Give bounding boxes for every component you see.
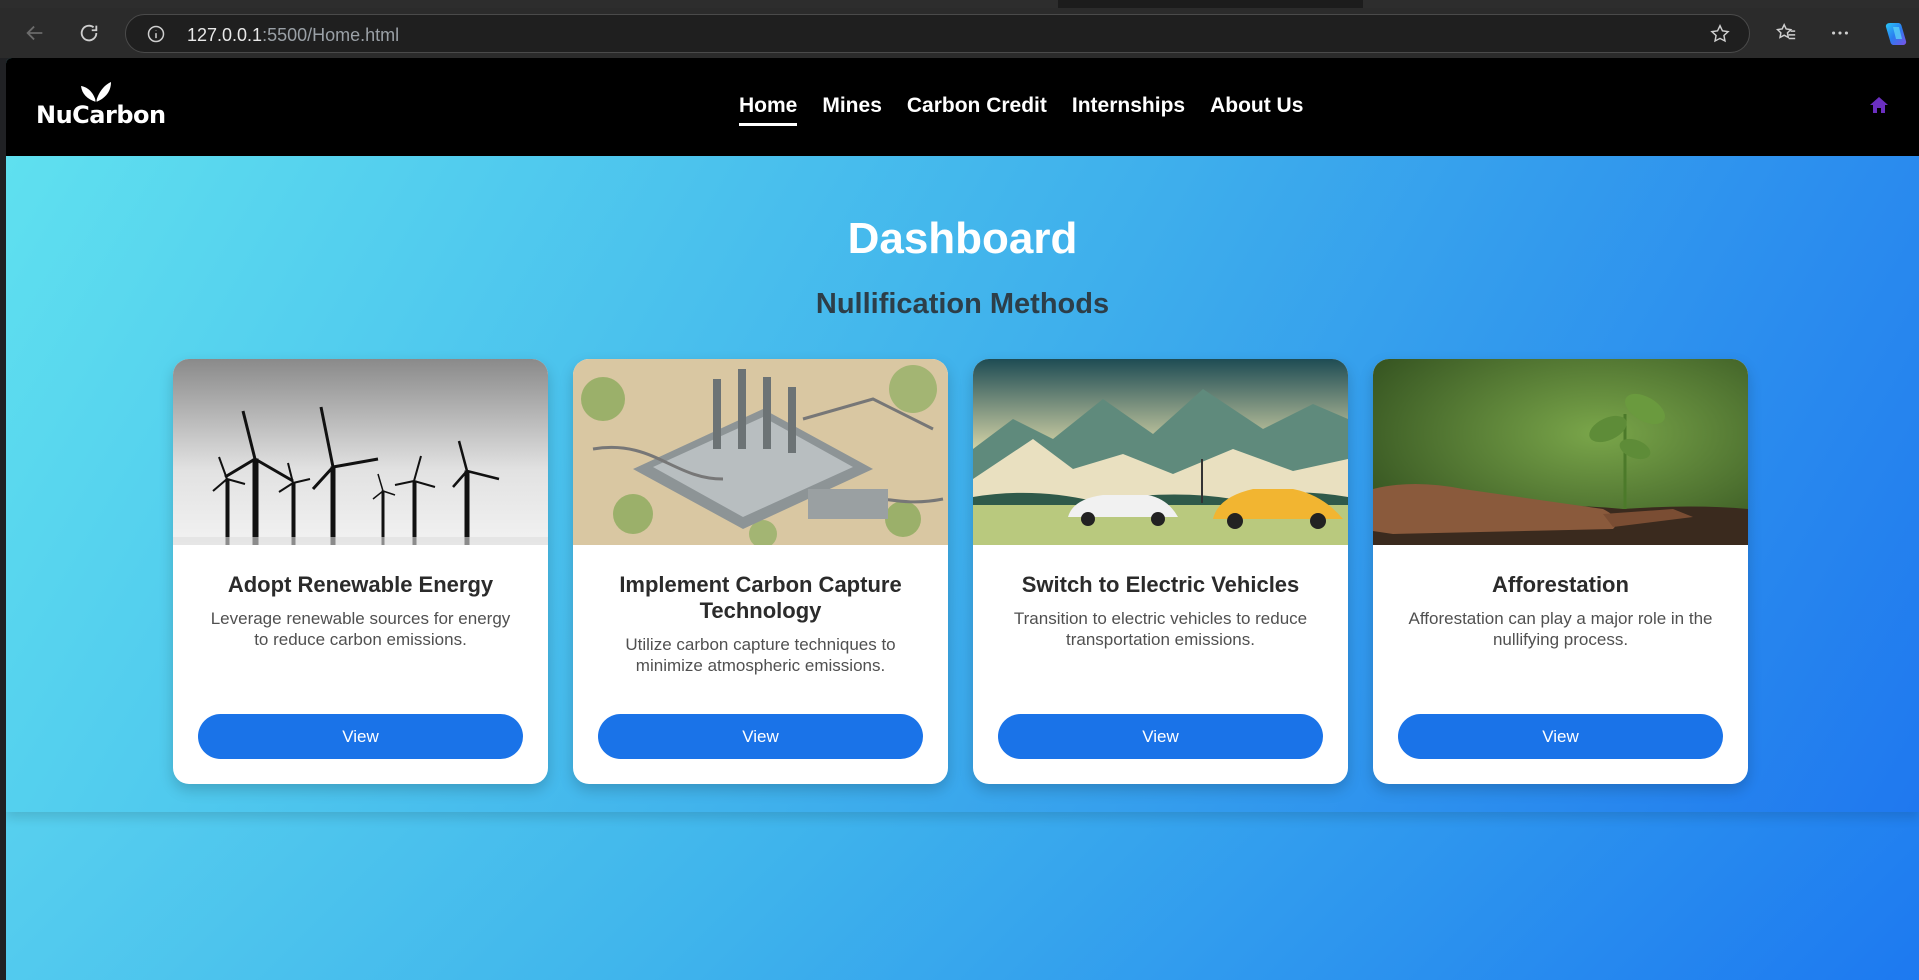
nav-internships[interactable]: Internships: [1072, 94, 1185, 126]
card-afforestation: Afforestation Afforestation can play a m…: [1373, 359, 1748, 784]
nav-mines[interactable]: Mines: [822, 94, 882, 126]
leaf-icon: [81, 82, 111, 102]
site-navbar: NuCarbon Home Mines Carbon Credit Intern…: [6, 58, 1919, 156]
site-info-icon[interactable]: [146, 24, 166, 44]
card-title: Adopt Renewable Energy: [227, 572, 494, 597]
browser-toolbar: 127.0.0.1:5500/Home.html: [0, 8, 1919, 58]
card-description: Leverage renewable sources for energy to…: [210, 609, 511, 649]
back-arrow-icon[interactable]: [22, 20, 48, 46]
card-electric-vehicles: Switch to Electric Vehicles Transition t…: [973, 359, 1348, 784]
carbon-capture-plant-image: [573, 359, 948, 545]
wind-turbines-image: [173, 359, 548, 545]
nucarbon-logo[interactable]: NuCarbon: [36, 77, 166, 133]
nav-about-us[interactable]: About Us: [1210, 94, 1303, 126]
dashboard-section: Dashboard Nullification Methods Adopt Re…: [6, 156, 1919, 812]
view-button[interactable]: View: [1398, 714, 1723, 759]
card-title: Switch to Electric Vehicles: [1021, 572, 1300, 597]
page-viewport: NuCarbon Home Mines Carbon Credit Intern…: [6, 58, 1919, 980]
card-carbon-capture: Implement Carbon Capture Technology Util…: [573, 359, 948, 784]
electric-cars-landscape-image: [973, 359, 1348, 545]
tab-edge: [0, 0, 1058, 8]
copilot-icon[interactable]: [1881, 21, 1911, 47]
nav-home[interactable]: Home: [739, 94, 798, 126]
card-description: Transition to electric vehicles to reduc…: [1013, 609, 1308, 649]
address-bar[interactable]: 127.0.0.1:5500/Home.html: [125, 14, 1750, 53]
favorite-star-icon[interactable]: [1709, 23, 1731, 45]
tab-edge: [1363, 0, 1919, 8]
card-description: Utilize carbon capture techniques to min…: [625, 635, 896, 675]
page-title: Dashboard: [847, 214, 1078, 263]
main-nav: Home Mines Carbon Credit Internships Abo…: [739, 94, 1303, 126]
reload-icon[interactable]: [76, 20, 102, 46]
browser-tabstrip: [0, 0, 1919, 8]
nav-carbon-credit[interactable]: Carbon Credit: [907, 94, 1047, 126]
view-button[interactable]: View: [198, 714, 523, 759]
favorites-icon[interactable]: [1773, 20, 1799, 46]
view-button[interactable]: View: [998, 714, 1323, 759]
home-icon[interactable]: [1869, 96, 1889, 114]
card-title: Implement Carbon Capture Technology: [619, 572, 902, 623]
section-subtitle: Nullification Methods: [815, 288, 1110, 320]
logo-text: NuCarbon: [36, 101, 166, 129]
url-text[interactable]: 127.0.0.1:5500/Home.html: [187, 25, 399, 46]
card-renewable-energy: Adopt Renewable Energy Leverage renewabl…: [173, 359, 548, 784]
method-cards: Adopt Renewable Energy Leverage renewabl…: [173, 359, 1748, 784]
card-title: Afforestation: [1492, 572, 1629, 597]
more-options-icon[interactable]: [1827, 20, 1853, 46]
card-description: Afforestation can play a major role in t…: [1408, 609, 1713, 649]
view-button[interactable]: View: [598, 714, 923, 759]
hand-planting-seedling-image: [1373, 359, 1748, 545]
